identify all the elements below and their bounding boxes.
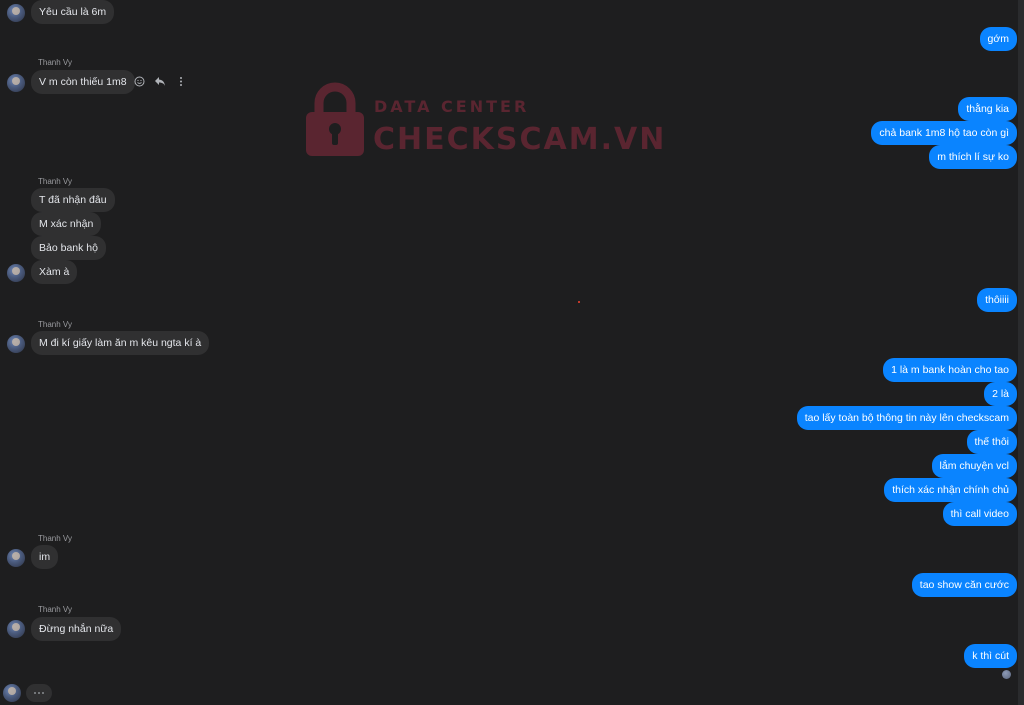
message-outgoing[interactable]: gớm — [979, 27, 1017, 51]
more-dots-icon[interactable] — [175, 75, 187, 87]
message-incoming[interactable]: Đừng nhắn nữa — [31, 617, 122, 641]
watermark: DATA CENTER CHECKSCAM.VN — [306, 82, 664, 162]
message-outgoing[interactable]: chả bank 1m8 hộ tao còn gì — [871, 121, 1017, 145]
chat-window: DATA CENTER CHECKSCAM.VN Yêu cầu là 6m g… — [0, 0, 1024, 705]
message-incoming[interactable]: T đã nhận đâu — [31, 188, 115, 212]
message-outgoing[interactable]: tao lấy toàn bộ thông tin này lên checks… — [796, 406, 1017, 430]
watermark-line2: CHECKSCAM.VN — [373, 122, 667, 157]
message-outgoing[interactable]: thì call video — [942, 502, 1017, 526]
avatar[interactable] — [7, 74, 25, 92]
scrollbar-track[interactable] — [1018, 0, 1024, 705]
message-incoming[interactable]: V m còn thiếu 1m8 — [31, 70, 135, 94]
message-outgoing[interactable]: lắm chuyện vcl — [931, 454, 1017, 478]
watermark-line1: DATA CENTER — [374, 97, 530, 116]
sender-name: Thanh Vy — [38, 177, 72, 186]
message-outgoing[interactable]: tao show căn cước — [911, 573, 1017, 597]
avatar[interactable] — [7, 620, 25, 638]
message-outgoing[interactable]: 2 là — [984, 382, 1017, 406]
message-incoming[interactable]: Xàm à — [31, 260, 78, 284]
seen-indicator-avatar — [1002, 670, 1011, 679]
avatar[interactable] — [7, 264, 25, 282]
avatar[interactable] — [7, 4, 25, 22]
smiley-icon[interactable] — [133, 75, 145, 87]
typing-dot — [42, 692, 44, 694]
message-incoming[interactable]: M xác nhận — [31, 212, 102, 236]
padlock-icon — [306, 82, 364, 156]
sender-name: Thanh Vy — [38, 605, 72, 614]
message-outgoing[interactable]: thế thôi — [966, 430, 1017, 454]
typing-indicator — [26, 684, 52, 702]
message-incoming[interactable]: im — [31, 545, 59, 569]
message-incoming[interactable]: Bảo bank hộ — [31, 236, 106, 260]
sender-name: Thanh Vy — [38, 534, 72, 543]
sender-name: Thanh Vy — [38, 58, 72, 67]
avatar[interactable] — [7, 335, 25, 353]
cursor-dot — [578, 301, 580, 303]
message-outgoing[interactable]: m thích lí sự ko — [929, 145, 1017, 169]
message-outgoing[interactable]: thích xác nhận chính chủ — [884, 478, 1017, 502]
avatar[interactable] — [3, 684, 21, 702]
message-outgoing[interactable]: 1 là m bank hoàn cho tao — [883, 358, 1017, 382]
message-incoming[interactable]: Yêu cầu là 6m — [31, 0, 115, 24]
message-actions — [133, 74, 187, 88]
reply-icon[interactable] — [154, 75, 166, 87]
sender-name: Thanh Vy — [38, 320, 72, 329]
message-outgoing[interactable]: thằng kia — [958, 97, 1017, 121]
typing-dot — [38, 692, 40, 694]
avatar[interactable] — [7, 549, 25, 567]
message-outgoing[interactable]: k thì cút — [964, 644, 1017, 668]
message-outgoing[interactable]: thôiiii — [977, 288, 1017, 312]
message-incoming[interactable]: M đi kí giấy làm ăn m kêu ngta kí à — [31, 331, 210, 355]
typing-dot — [34, 692, 36, 694]
